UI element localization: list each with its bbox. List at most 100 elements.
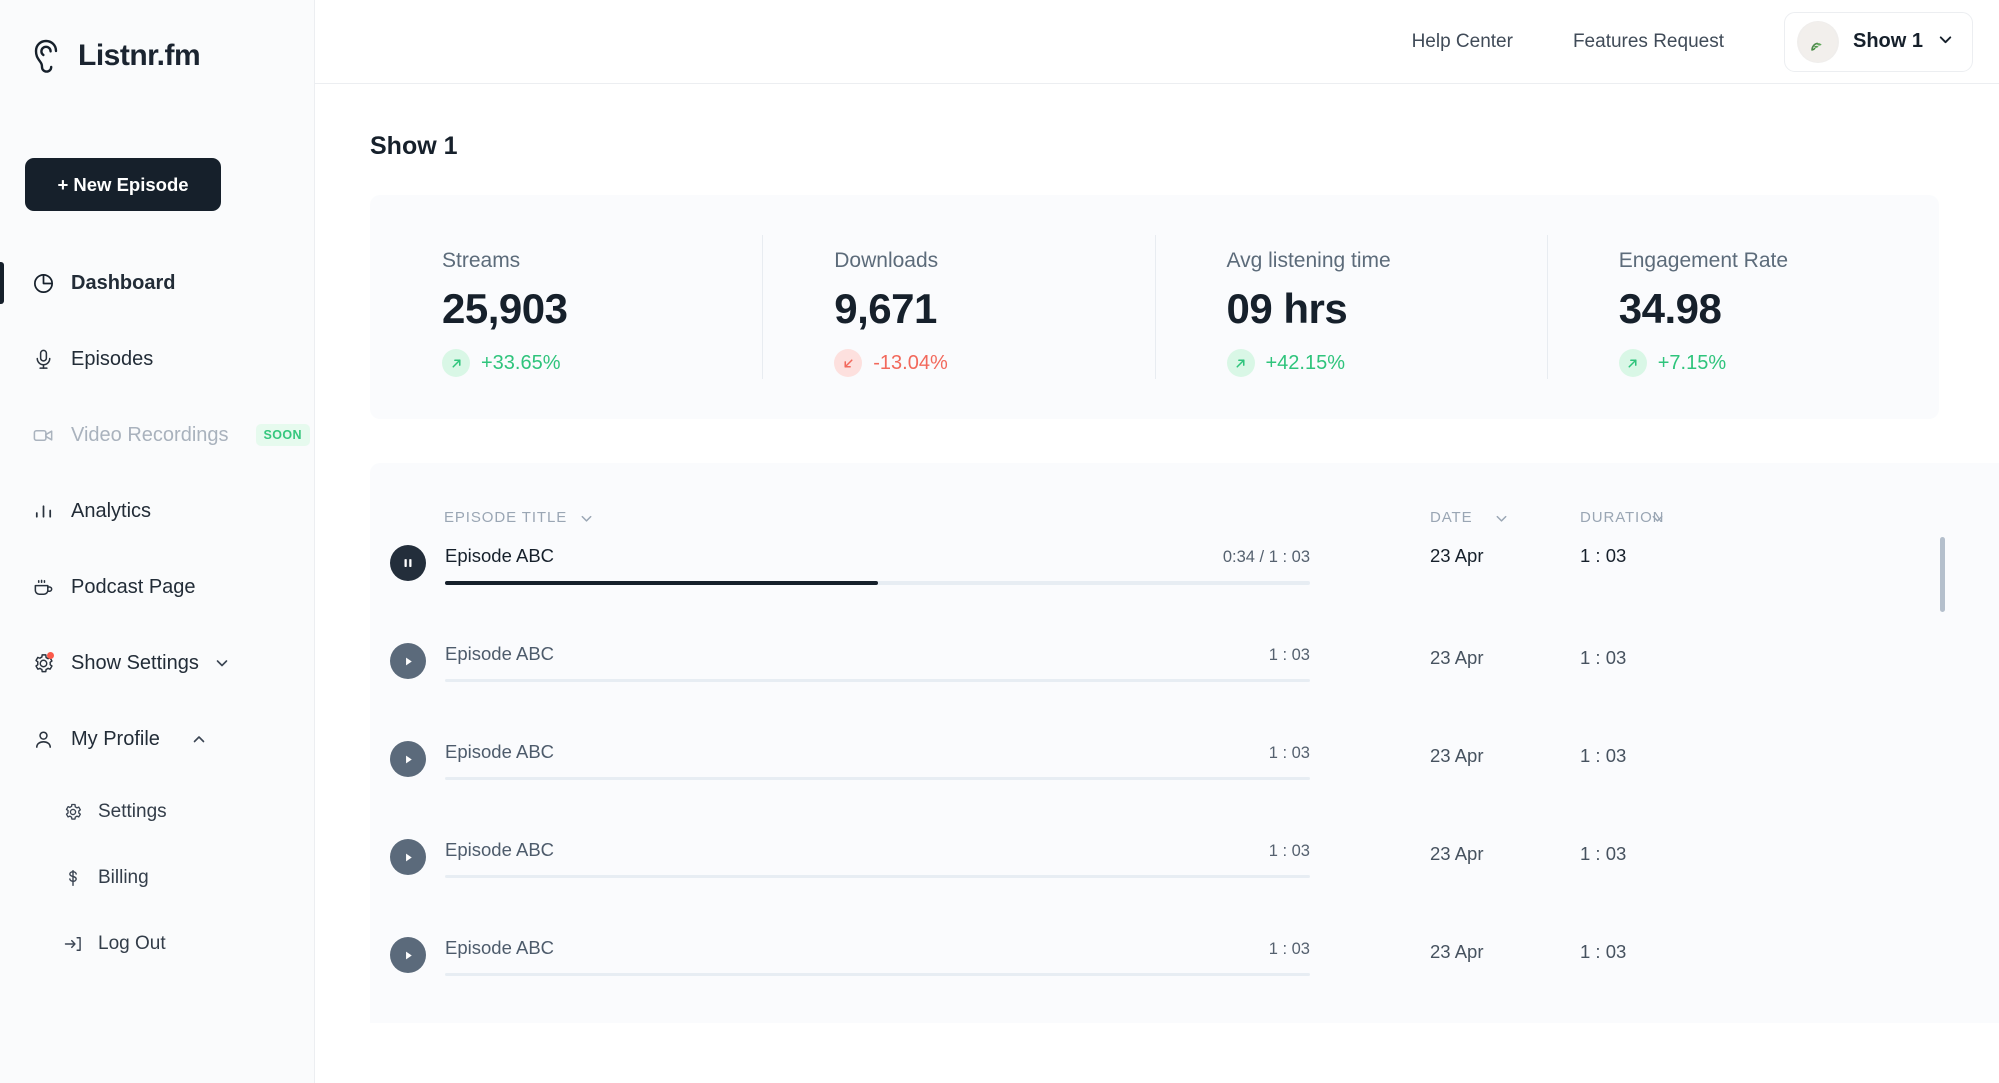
table-scrollbar[interactable] (1940, 537, 1945, 977)
progress-bar[interactable] (445, 875, 1310, 879)
table-row[interactable]: Episode ABC 1 : 03 23 Apr 1 : 03 (370, 825, 1999, 923)
sidebar-item-my-profile[interactable]: My Profile (0, 714, 315, 764)
episode-date: 23 Apr (1430, 745, 1484, 767)
stat-delta-text: +7.15% (1657, 351, 1727, 374)
pie-chart-icon (30, 270, 56, 296)
app-root: Listnr.fm + New Episode Dashboard Episod… (0, 0, 1999, 1083)
sidebar-nav: Dashboard Episodes Video Recordings SOON… (0, 258, 315, 988)
arrow-down-left-icon (834, 349, 863, 377)
episode-title: Episode ABC (445, 839, 555, 861)
new-episode-button[interactable]: + New Episode (25, 158, 221, 211)
episode-time: 1 : 03 (1268, 940, 1310, 959)
progress-bar[interactable] (445, 679, 1310, 683)
features-request-link[interactable]: Features Request (1573, 31, 1724, 53)
stat-value: 9,671 (834, 285, 937, 332)
stat-delta: -13.04% (834, 349, 1154, 377)
progress-track[interactable]: Episode ABC 1 : 03 (445, 727, 1310, 781)
progress-bar[interactable] (445, 973, 1310, 977)
sidebar-subitem-logout[interactable]: Log Out (0, 922, 315, 966)
scrollbar-thumb[interactable] (1940, 537, 1945, 612)
dollar-icon (62, 867, 84, 889)
sidebar-item-show-settings[interactable]: Show Settings (0, 638, 315, 688)
sidebar-subitem-label: Settings (98, 801, 167, 822)
dashboard-content: Show 1 Streams 25,903 +33.65% Downloads … (315, 132, 1999, 1023)
stat-streams: Streams 25,903 +33.65% (370, 195, 762, 419)
stat-avg-listening-time: Avg listening time 09 hrs +42.15% (1154, 195, 1547, 419)
episode-title: Episode ABC (445, 643, 555, 665)
progress-track[interactable]: Episode ABC 0:34 / 1 : 03 (445, 531, 1310, 586)
episode-title: Episode ABC (445, 545, 555, 567)
episode-date: 23 Apr (1430, 941, 1484, 963)
stat-engagement-rate: Engagement Rate 34.98 +7.15% (1546, 195, 1939, 419)
chevron-down-icon[interactable] (579, 511, 595, 531)
progress-track[interactable]: Episode ABC 1 : 03 (445, 629, 1310, 683)
notification-dot (47, 652, 54, 659)
progress-track[interactable]: Episode ABC 1 : 03 (445, 825, 1310, 879)
pause-button[interactable] (390, 545, 426, 582)
brand-logo[interactable]: Listnr.fm (0, 0, 314, 88)
sidebar-item-dashboard[interactable]: Dashboard (0, 258, 315, 308)
column-header-duration[interactable]: DURATION (1580, 509, 1740, 531)
gear-icon (62, 801, 84, 823)
chevron-down-icon[interactable] (1494, 511, 1510, 531)
play-button[interactable] (390, 643, 426, 680)
play-button[interactable] (390, 741, 426, 778)
progress-bar[interactable] (445, 777, 1310, 781)
chevron-down-icon[interactable] (1650, 511, 1666, 531)
chevron-up-icon[interactable] (191, 731, 207, 747)
microphone-icon (30, 346, 56, 372)
episodes-table: EPISODE TITLE DATE DURATION Episode ABC … (370, 463, 1999, 1023)
chevron-down-icon (1937, 31, 1954, 53)
main-content: Help Center Features Request Show 1 Show… (315, 0, 1999, 1083)
coffee-cup-icon (30, 574, 56, 600)
arrow-up-right-icon (442, 349, 470, 377)
stats-card: Streams 25,903 +33.65% Downloads 9,671 -… (370, 195, 1939, 419)
progress-bar[interactable] (445, 581, 1310, 586)
sidebar-item-label: Podcast Page (71, 575, 196, 598)
row-player: Episode ABC 1 : 03 (370, 825, 1430, 879)
brand-name: Listnr.fm (78, 39, 201, 72)
episode-time: 1 : 03 (1268, 744, 1310, 763)
progress-track[interactable]: Episode ABC 1 : 03 (445, 923, 1310, 977)
table-row[interactable]: Episode ABC 1 : 03 23 Apr 1 : 03 (370, 923, 1999, 1021)
sidebar-subitem-settings[interactable]: Settings (0, 790, 315, 834)
column-header-label: DATE (1430, 509, 1473, 526)
play-button[interactable] (390, 937, 426, 974)
sidebar-subitem-label: Billing (98, 867, 149, 888)
stat-label: Streams (442, 249, 521, 272)
sidebar-item-label: Dashboard (71, 271, 176, 294)
sidebar-item-episodes[interactable]: Episodes (0, 334, 315, 384)
table-row[interactable]: Episode ABC 0:34 / 1 : 03 23 Apr 1 : 03 (370, 531, 1999, 629)
chevron-down-icon[interactable] (214, 655, 230, 671)
episode-duration: 1 : 03 (1580, 545, 1627, 567)
column-header-date[interactable]: DATE (1430, 509, 1580, 531)
table-row[interactable]: Episode ABC 1 : 03 23 Apr 1 : 03 (370, 727, 1999, 825)
episode-duration: 1 : 03 (1580, 647, 1627, 669)
help-center-link[interactable]: Help Center (1412, 31, 1513, 53)
topbar: Help Center Features Request Show 1 (315, 0, 1999, 84)
stat-label: Downloads (834, 249, 939, 272)
sidebar-subitem-billing[interactable]: Billing (0, 856, 315, 900)
episode-time: 1 : 03 (1268, 842, 1310, 861)
stat-value: 34.98 (1618, 285, 1722, 332)
sidebar-item-video-recordings: Video Recordings SOON (0, 410, 315, 460)
play-button[interactable] (390, 839, 426, 876)
sidebar-item-label: Show Settings (71, 651, 199, 674)
show-selector[interactable]: Show 1 (1783, 11, 1973, 72)
table-row[interactable]: Episode ABC 1 : 03 23 Apr 1 : 03 (370, 629, 1999, 727)
stat-label: Avg listening time (1226, 249, 1391, 272)
sidebar-subitem-label: Log Out (98, 933, 166, 954)
column-header-episode-title[interactable]: EPISODE TITLE (370, 509, 1430, 531)
table-header-row: EPISODE TITLE DATE DURATION (370, 463, 1999, 531)
ear-icon (26, 35, 68, 77)
stat-downloads: Downloads 9,671 -13.04% (762, 195, 1154, 419)
page-title: Show 1 (370, 132, 458, 160)
column-header-label: EPISODE TITLE (444, 509, 568, 526)
sidebar-item-label: My Profile (71, 727, 160, 750)
episode-date: 23 Apr (1430, 843, 1484, 865)
stat-delta: +7.15% (1618, 349, 1939, 377)
sidebar-item-analytics[interactable]: Analytics (0, 486, 315, 536)
sidebar-item-podcast-page[interactable]: Podcast Page (0, 562, 315, 612)
row-player: Episode ABC 0:34 / 1 : 03 (370, 531, 1430, 586)
episode-date: 23 Apr (1430, 545, 1484, 567)
